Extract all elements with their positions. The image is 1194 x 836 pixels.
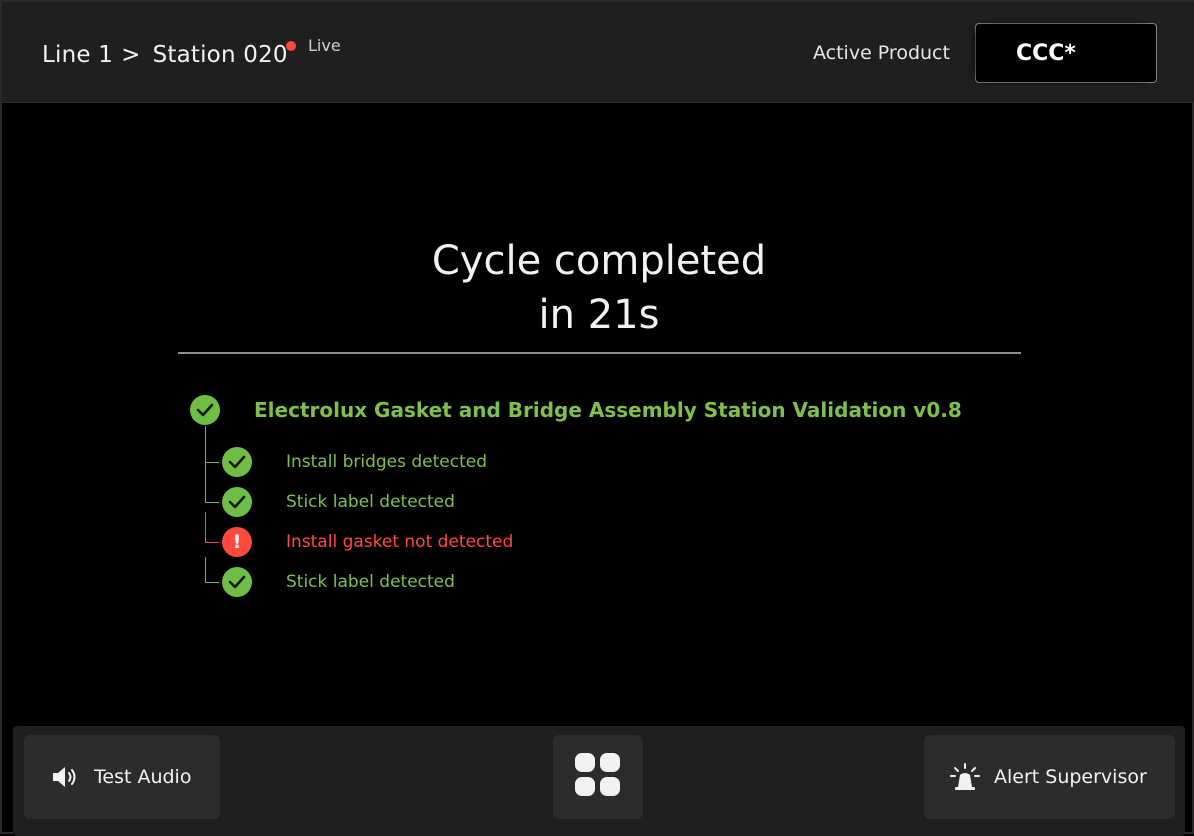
breadcrumb-line[interactable]: Line 1 xyxy=(42,42,113,68)
cycle-status-title: Cycle completed in 21s xyxy=(2,234,1194,342)
cycle-status-line1: Cycle completed xyxy=(431,238,767,284)
tree-connector xyxy=(205,463,219,503)
app-frame: Line 1 > Station 020 Live Active Product… xyxy=(0,0,1194,836)
active-product-label: Active Product xyxy=(813,42,950,64)
active-product-value: CCC* xyxy=(1016,40,1076,66)
step-pass-icon xyxy=(222,487,252,517)
step-label: Install bridges detected xyxy=(286,452,488,472)
tree-connector xyxy=(205,426,219,463)
test-audio-button[interactable]: Test Audio xyxy=(24,735,220,819)
siren-icon xyxy=(950,763,980,791)
divider xyxy=(178,352,1021,354)
speaker-icon xyxy=(50,764,80,790)
breadcrumb: Line 1 > Station 020 xyxy=(42,42,288,68)
step-label: Stick label detected xyxy=(286,492,455,512)
live-label: Live xyxy=(308,36,341,55)
test-audio-label: Test Audio xyxy=(94,766,192,788)
tree-connector xyxy=(205,557,219,583)
breadcrumb-station[interactable]: Station 020 xyxy=(153,42,288,68)
step-label: Stick label detected xyxy=(286,572,455,592)
live-indicator: Live xyxy=(286,36,341,55)
active-product-selector[interactable]: CCC* xyxy=(975,23,1157,83)
step-error-icon: ! xyxy=(222,527,252,557)
validation-pass-icon xyxy=(190,395,220,425)
cycle-status-line2: in 21s xyxy=(538,292,660,338)
validation-name: Electrolux Gasket and Bridge Assembly St… xyxy=(254,398,962,422)
alert-supervisor-button[interactable]: Alert Supervisor xyxy=(924,735,1175,819)
grid-icon xyxy=(574,752,622,802)
header-bar: Line 1 > Station 020 Live Active Product… xyxy=(2,2,1194,103)
live-dot-icon xyxy=(286,40,296,51)
step-label: Install gasket not detected xyxy=(286,532,514,552)
step-pass-icon xyxy=(222,447,252,477)
step-pass-icon xyxy=(222,567,252,597)
menu-button[interactable] xyxy=(553,735,643,819)
breadcrumb-separator: > xyxy=(121,42,141,68)
tree-connector xyxy=(205,512,219,543)
alert-supervisor-label: Alert Supervisor xyxy=(994,766,1147,788)
